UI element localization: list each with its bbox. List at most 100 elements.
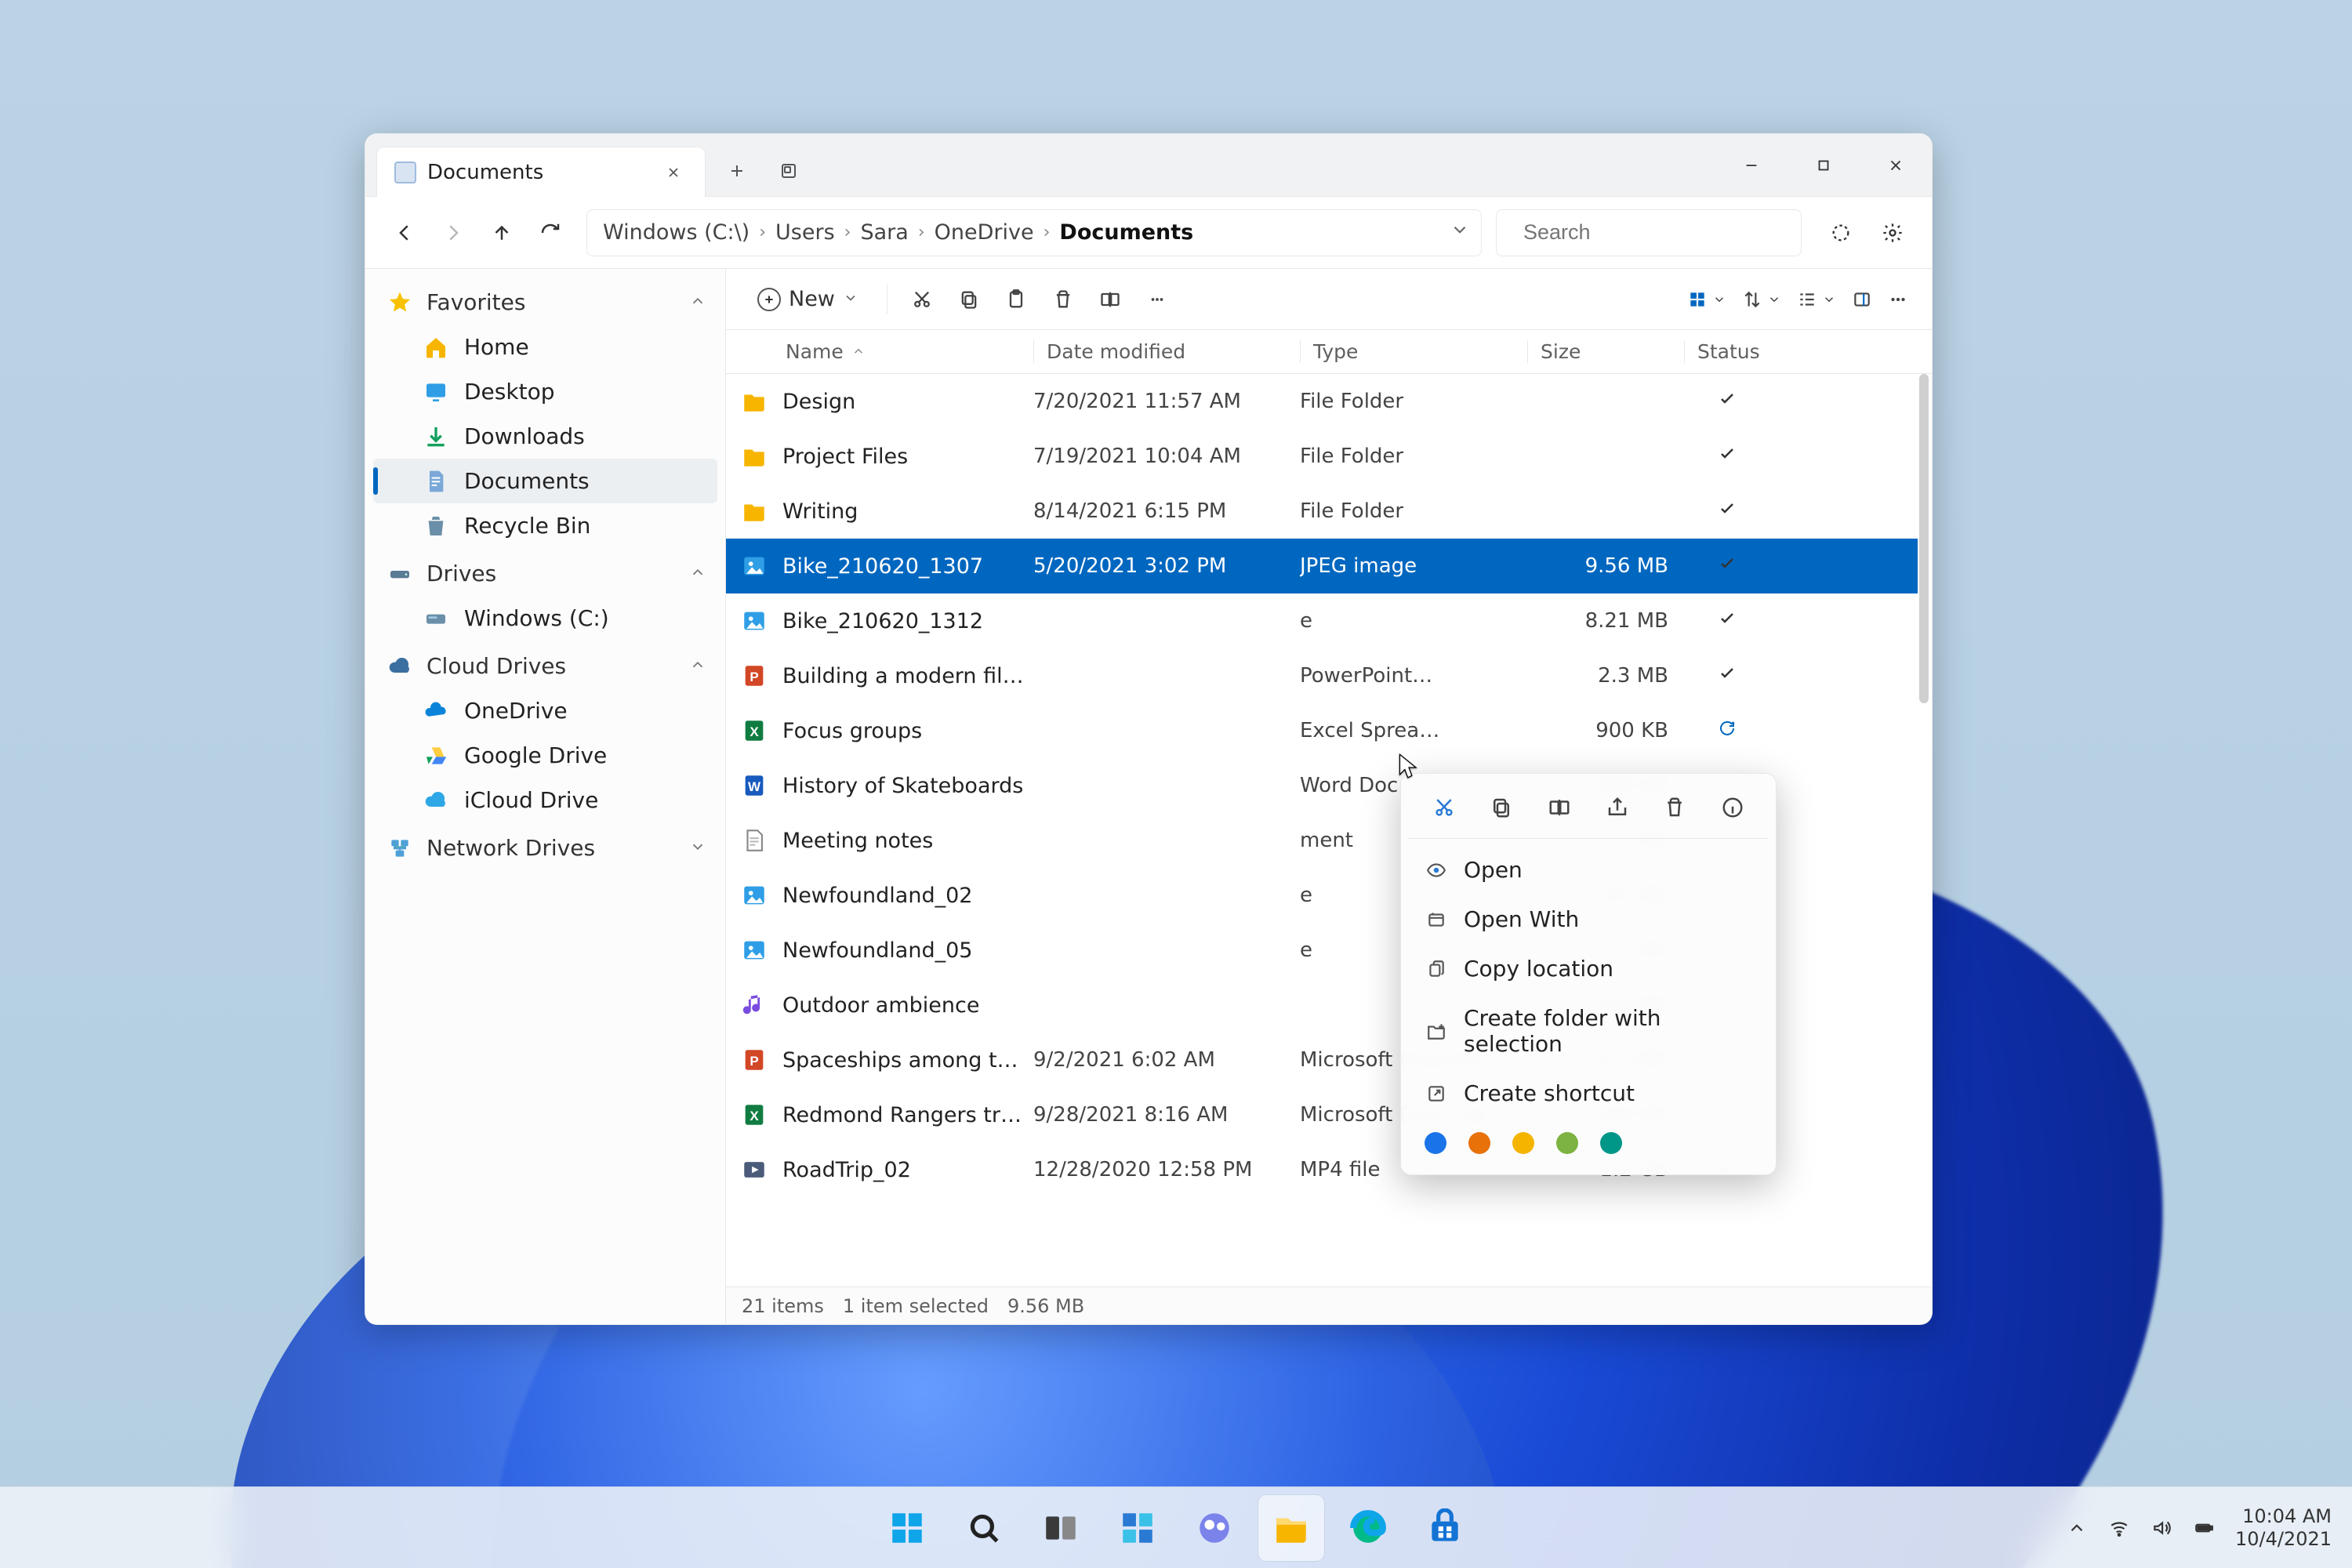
sidebar-section-network[interactable]: Network Drives — [373, 826, 717, 870]
sync-progress-button[interactable] — [1819, 211, 1863, 255]
forward-button[interactable] — [431, 211, 475, 255]
overflow-button[interactable] — [1882, 289, 1915, 310]
context-menu-item[interactable]: Open With — [1409, 895, 1768, 944]
wifi-icon[interactable] — [2108, 1517, 2130, 1539]
filter-button[interactable] — [1681, 286, 1733, 312]
delete-button[interactable] — [1043, 279, 1083, 320]
tab-overview-button[interactable] — [768, 151, 809, 191]
context-share-button[interactable] — [1599, 789, 1635, 826]
taskbar-clock[interactable]: 10:04 AM 10/4/2021 — [2235, 1505, 2332, 1551]
settings-button[interactable] — [1871, 211, 1915, 255]
breadcrumb-segment[interactable]: Windows (C:\) — [603, 220, 750, 245]
context-menu-item[interactable]: Open — [1409, 845, 1768, 895]
minimize-button[interactable] — [1715, 134, 1788, 197]
context-rename-button[interactable] — [1541, 789, 1577, 826]
file-row[interactable]: Writing8/14/2021 6:15 PMFile Folder — [726, 484, 1918, 539]
tag-color[interactable] — [1425, 1132, 1446, 1154]
file-name: Redmond Rangers triat… — [782, 1103, 1033, 1127]
tag-color[interactable] — [1556, 1132, 1578, 1154]
file-row[interactable]: Bike_210620_13075/20/2021 3:02 PMJPEG im… — [726, 539, 1918, 593]
sidebar-item-home[interactable]: Home — [373, 325, 717, 369]
context-menu-item[interactable]: Create shortcut — [1409, 1069, 1768, 1118]
file-row[interactable]: Bike_210620_1312e8.21 MB — [726, 593, 1918, 648]
battery-icon[interactable] — [2193, 1517, 2215, 1539]
file-row[interactable]: XFocus groupsExcel Sprea…900 KB — [726, 703, 1918, 758]
context-menu-item[interactable]: Create folder with selection — [1409, 993, 1768, 1069]
file-size: 2.3 MB — [1527, 664, 1684, 688]
breadcrumb-segment[interactable]: Users — [775, 220, 835, 245]
back-button[interactable] — [383, 211, 426, 255]
file-type: e — [1300, 609, 1527, 633]
context-info-button[interactable] — [1715, 789, 1751, 826]
up-button[interactable] — [480, 211, 524, 255]
paste-button[interactable] — [996, 279, 1036, 320]
volume-icon[interactable] — [2151, 1517, 2172, 1539]
address-dropdown-button[interactable] — [1450, 220, 1470, 245]
sidebar-item-icloud-drive[interactable]: iCloud Drive — [373, 778, 717, 822]
file-row[interactable]: Project Files7/19/2021 10:04 AMFile Fold… — [726, 429, 1918, 484]
sidebar-section-favorites[interactable]: Favorites — [373, 280, 717, 325]
sidebar-item-label: Desktop — [464, 379, 554, 405]
taskbar-store[interactable] — [1412, 1495, 1478, 1561]
breadcrumb-segment[interactable]: OneDrive — [935, 220, 1034, 245]
column-header-size[interactable]: Size — [1527, 340, 1684, 363]
tray-overflow-button[interactable] — [2066, 1517, 2088, 1539]
sidebar-item-downloads[interactable]: Downloads — [373, 414, 717, 459]
context-menu-item[interactable]: Copy location — [1409, 944, 1768, 993]
taskbar-teams[interactable] — [1181, 1495, 1247, 1561]
tag-color[interactable] — [1600, 1132, 1622, 1154]
copyloc-icon — [1425, 957, 1448, 981]
file-row[interactable]: PBuilding a modern file…PowerPoint…2.3 M… — [726, 648, 1918, 703]
sidebar-item-windows-c[interactable]: Windows (C:) — [373, 596, 717, 641]
file-row[interactable]: Design7/20/2021 11:57 AMFile Folder — [726, 374, 1918, 429]
breadcrumb-segment[interactable]: Sara — [860, 220, 908, 245]
chevron-down-icon — [689, 835, 706, 861]
address-bar[interactable]: Windows (C:\) › Users › Sara › OneDrive … — [586, 209, 1482, 256]
context-cut-button[interactable] — [1426, 789, 1462, 826]
file-type-icon — [726, 827, 782, 854]
new-button[interactable]: New — [743, 279, 873, 320]
context-copy-button[interactable] — [1483, 789, 1519, 826]
scrollbar[interactable] — [1919, 374, 1929, 703]
taskbar-widgets[interactable] — [1105, 1495, 1171, 1561]
search-box[interactable] — [1496, 209, 1802, 256]
tag-color[interactable] — [1512, 1132, 1534, 1154]
sidebar-section-drives[interactable]: Drives — [373, 551, 717, 596]
sidebar-section-cloud[interactable]: Cloud Drives — [373, 644, 717, 688]
sidebar-item-documents[interactable]: Documents — [373, 459, 717, 503]
more-button[interactable] — [1137, 279, 1178, 320]
home-icon — [423, 335, 448, 360]
column-header-status[interactable]: Status — [1684, 340, 1770, 363]
maximize-button[interactable] — [1788, 134, 1860, 197]
column-header-name[interactable]: Name — [782, 340, 1033, 363]
taskbar: 10:04 AM 10/4/2021 — [0, 1486, 2352, 1568]
sidebar-item-google-drive[interactable]: Google Drive — [373, 733, 717, 778]
column-header-date[interactable]: Date modified — [1033, 340, 1300, 363]
sidebar-item-recycle-bin[interactable]: Recycle Bin — [373, 503, 717, 548]
context-delete-button[interactable] — [1657, 789, 1693, 826]
close-button[interactable] — [1860, 134, 1932, 197]
breadcrumb-segment[interactable]: Documents — [1059, 220, 1193, 245]
start-button[interactable] — [874, 1495, 940, 1561]
tab-documents[interactable]: Documents — [376, 147, 706, 197]
sort-button[interactable] — [1736, 286, 1788, 312]
file-date: 7/20/2021 11:57 AM — [1033, 390, 1300, 413]
taskbar-explorer[interactable] — [1258, 1495, 1324, 1561]
sidebar-item-desktop[interactable]: Desktop — [373, 369, 717, 414]
rename-button[interactable] — [1090, 279, 1131, 320]
column-header-type[interactable]: Type — [1300, 340, 1527, 363]
layout-button[interactable] — [1791, 286, 1842, 312]
refresh-button[interactable] — [528, 211, 572, 255]
taskbar-search[interactable] — [951, 1495, 1017, 1561]
tab-close-button[interactable] — [659, 158, 688, 187]
sidebar-item-onedrive[interactable]: OneDrive — [373, 688, 717, 733]
copy-button[interactable] — [949, 279, 989, 320]
details-pane-button[interactable] — [1846, 289, 1878, 310]
taskbar-taskview[interactable] — [1028, 1495, 1094, 1561]
new-tab-button[interactable] — [717, 151, 757, 191]
search-input[interactable] — [1522, 220, 1802, 245]
file-name: Writing — [782, 499, 1033, 524]
tag-color[interactable] — [1468, 1132, 1490, 1154]
cut-button[interactable] — [902, 279, 942, 320]
taskbar-edge[interactable] — [1335, 1495, 1401, 1561]
